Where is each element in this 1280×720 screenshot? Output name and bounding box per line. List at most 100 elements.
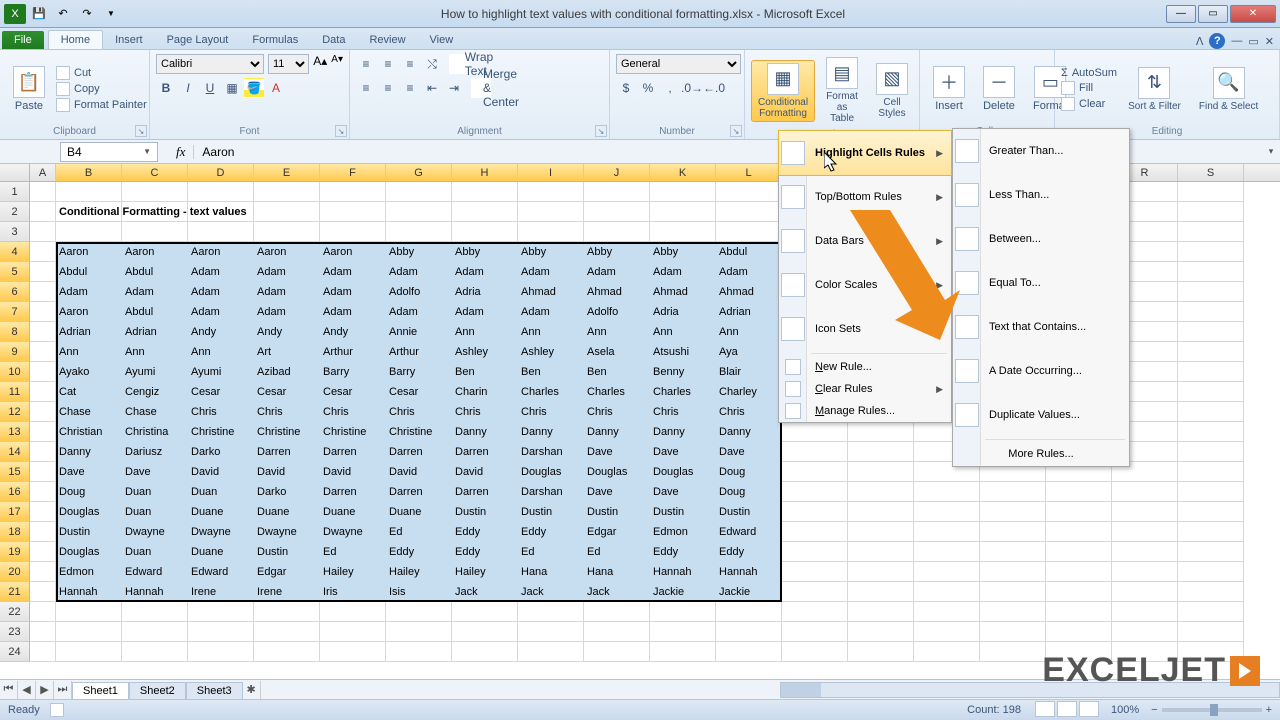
row-header[interactable]: 24: [0, 642, 30, 662]
cell[interactable]: [1046, 482, 1112, 502]
cell[interactable]: [122, 222, 188, 242]
cell[interactable]: Adam: [716, 262, 782, 282]
column-header[interactable]: B: [56, 164, 122, 181]
format-painter-button[interactable]: Format Painter: [56, 98, 147, 112]
cell[interactable]: Christine: [320, 422, 386, 442]
cell[interactable]: Ahmad: [518, 282, 584, 302]
cell[interactable]: Abby: [584, 242, 650, 262]
cell[interactable]: [30, 242, 56, 262]
row-header[interactable]: 21: [0, 582, 30, 602]
cell[interactable]: [848, 442, 914, 462]
cell[interactable]: Andy: [320, 322, 386, 342]
cell[interactable]: Adrian: [56, 322, 122, 342]
cell[interactable]: Darren: [320, 442, 386, 462]
sheet-tab-2[interactable]: Sheet2: [129, 682, 186, 699]
cell[interactable]: [1178, 302, 1244, 322]
cell[interactable]: [980, 602, 1046, 622]
cell[interactable]: Iris: [320, 582, 386, 602]
column-header[interactable]: C: [122, 164, 188, 181]
cell[interactable]: Edmon: [650, 522, 716, 542]
cell[interactable]: [386, 222, 452, 242]
cell[interactable]: [1112, 622, 1178, 642]
cell[interactable]: Hailey: [320, 562, 386, 582]
cell[interactable]: [782, 562, 848, 582]
cell[interactable]: Andy: [254, 322, 320, 342]
cell[interactable]: Adam: [188, 282, 254, 302]
cell[interactable]: Irene: [254, 582, 320, 602]
cell[interactable]: Cesar: [386, 382, 452, 402]
minimize-button[interactable]: —: [1166, 5, 1196, 23]
cf-menu-item[interactable]: Top/Bottom Rules▶: [779, 175, 951, 219]
cell[interactable]: [848, 502, 914, 522]
cell[interactable]: Arthur: [320, 342, 386, 362]
cell[interactable]: [1178, 422, 1244, 442]
cf-menu-item[interactable]: Color Scales▶: [779, 263, 951, 307]
tab-review[interactable]: Review: [357, 31, 417, 49]
cell[interactable]: [30, 342, 56, 362]
cell[interactable]: Abby: [518, 242, 584, 262]
cell[interactable]: Edmon: [56, 562, 122, 582]
cell[interactable]: Ben: [584, 362, 650, 382]
row-header[interactable]: 11: [0, 382, 30, 402]
cell[interactable]: Ann: [584, 322, 650, 342]
cell[interactable]: [30, 262, 56, 282]
column-header[interactable]: I: [518, 164, 584, 181]
insert-cells-button[interactable]: ＋Insert: [926, 63, 972, 115]
cell[interactable]: [320, 602, 386, 622]
cell[interactable]: [30, 522, 56, 542]
cell[interactable]: [1046, 542, 1112, 562]
cell[interactable]: Danny: [716, 422, 782, 442]
cell[interactable]: [584, 202, 650, 222]
cell[interactable]: [188, 202, 254, 222]
cell[interactable]: Edgar: [584, 522, 650, 542]
next-sheet-icon[interactable]: ▶: [36, 681, 54, 699]
cell[interactable]: [914, 542, 980, 562]
highlight-rule-item[interactable]: Greater Than...: [953, 129, 1129, 173]
cell[interactable]: [980, 642, 1046, 662]
cell[interactable]: [650, 622, 716, 642]
cell[interactable]: Adam: [320, 302, 386, 322]
cell[interactable]: [848, 562, 914, 582]
font-dialog-launcher[interactable]: ↘: [335, 125, 347, 137]
cell[interactable]: [584, 642, 650, 662]
cell[interactable]: Abdul: [56, 262, 122, 282]
maximize-button[interactable]: ▭: [1198, 5, 1228, 23]
qat-dropdown-icon[interactable]: ▼: [100, 4, 122, 24]
cell[interactable]: Abby: [452, 242, 518, 262]
cell[interactable]: Duane: [188, 502, 254, 522]
cell[interactable]: [1178, 282, 1244, 302]
cell[interactable]: Adria: [452, 282, 518, 302]
cell[interactable]: Hailey: [386, 562, 452, 582]
paste-button[interactable]: 📋 Paste: [6, 63, 52, 115]
cell[interactable]: Christine: [386, 422, 452, 442]
cell[interactable]: [782, 502, 848, 522]
cell[interactable]: Eddy: [716, 542, 782, 562]
cell[interactable]: Blair: [716, 362, 782, 382]
cell[interactable]: [1046, 502, 1112, 522]
cell[interactable]: [716, 602, 782, 622]
cell[interactable]: [452, 622, 518, 642]
cell[interactable]: Dariusz: [122, 442, 188, 462]
bold-button[interactable]: B: [156, 78, 176, 98]
cell[interactable]: Ed: [386, 522, 452, 542]
cell[interactable]: [30, 302, 56, 322]
cell[interactable]: Azibad: [254, 362, 320, 382]
cell[interactable]: Jack: [518, 582, 584, 602]
cell[interactable]: [1178, 222, 1244, 242]
cell[interactable]: Danny: [650, 422, 716, 442]
row-header[interactable]: 14: [0, 442, 30, 462]
help-icon[interactable]: ?: [1209, 33, 1225, 49]
cell[interactable]: Abby: [650, 242, 716, 262]
cf-menu-item[interactable]: Icon Sets▶: [779, 307, 951, 351]
cell[interactable]: Ayumi: [122, 362, 188, 382]
cell[interactable]: [1046, 622, 1112, 642]
cell[interactable]: Ed: [584, 542, 650, 562]
cell[interactable]: [188, 222, 254, 242]
cell[interactable]: [320, 182, 386, 202]
highlight-rule-item[interactable]: Equal To...: [953, 261, 1129, 305]
cell[interactable]: [1178, 402, 1244, 422]
cf-menu-item[interactable]: Highlight Cells Rules▶: [779, 131, 951, 175]
cell[interactable]: Darren: [452, 442, 518, 462]
cell[interactable]: Ben: [452, 362, 518, 382]
column-header[interactable]: K: [650, 164, 716, 181]
